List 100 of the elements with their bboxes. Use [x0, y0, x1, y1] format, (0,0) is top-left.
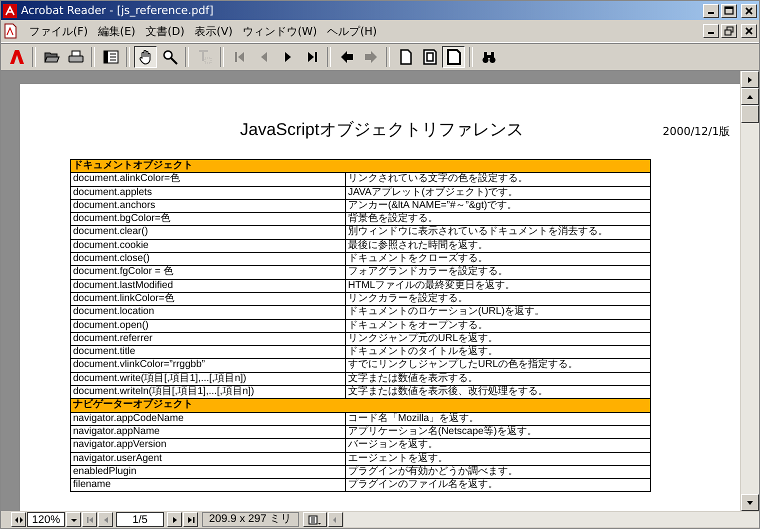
- maximize-button[interactable]: [721, 4, 737, 18]
- table-cell: すでにリンクしジャンプしたURLの色を指定する。: [346, 358, 650, 372]
- restore-icon: [724, 26, 734, 36]
- table-cell: document.write(項目[,項目1],...[,項目n]): [70, 372, 346, 386]
- maximize-icon: [724, 6, 734, 16]
- page-size-label: 209.9 x 297 ミリ: [202, 512, 299, 527]
- section-header: ナビゲーターオブジェクト: [70, 398, 650, 412]
- fit-width-button[interactable]: [442, 46, 465, 68]
- minimize-icon: [708, 32, 714, 34]
- table-cell: document.applets: [70, 186, 346, 200]
- page-layout-icon: [308, 514, 322, 524]
- table-cell: リンクジャンプ元のURLを返す。: [346, 332, 650, 346]
- table-cell: document.close(): [70, 252, 346, 266]
- table-cell: ドキュメントのタイトルを返す。: [346, 346, 650, 359]
- table-cell: document.clear(): [70, 226, 346, 240]
- menu-item[interactable]: ヘルプ(H): [327, 24, 377, 38]
- minimize-icon: [708, 12, 714, 14]
- table-cell: document.bgColor=色: [70, 212, 346, 226]
- page-icon: [398, 49, 414, 65]
- scroll-left-button[interactable]: [328, 512, 343, 527]
- printer-icon: [68, 49, 84, 65]
- last-page-button[interactable]: [183, 512, 198, 527]
- table-cell: ドキュメントをクローズする。: [346, 252, 650, 266]
- table-cell: navigator.appName: [70, 425, 346, 439]
- table-cell: リンクカラーを設定する。: [346, 292, 650, 306]
- scroll-up-button[interactable]: [741, 88, 759, 105]
- last-page-icon: [186, 514, 196, 524]
- table-cell: document.vlinkColor=”rrggbb”: [70, 358, 346, 372]
- table-cell: document.location: [70, 306, 346, 320]
- table-cell: document.alinkColor=色: [70, 172, 346, 186]
- table-cell: filename: [70, 478, 346, 492]
- text-select-icon: [196, 49, 212, 65]
- table-cell: アンカー(&ltA NAME=”#～”&gt)です。: [346, 199, 650, 213]
- table-cell: document.lastModified: [70, 279, 346, 292]
- menu-item[interactable]: ファイル(F): [29, 24, 88, 38]
- table-cell: エージェントを返す。: [346, 452, 650, 466]
- table-cell: HTMLファイルの最終変更日を返す。: [346, 279, 650, 292]
- close-icon: [744, 6, 754, 16]
- hand-icon: [138, 49, 154, 65]
- table-cell: ドキュメントをオープンする。: [346, 319, 650, 332]
- close-button[interactable]: [741, 24, 757, 38]
- table-cell: navigator.appCodeName: [70, 412, 346, 426]
- split-icon: [14, 514, 24, 524]
- table-cell: document.linkColor=色: [70, 292, 346, 306]
- table-cell: プラグインが有効かどうか調べます。: [346, 465, 650, 479]
- table-cell: ドキュメントのロケーション(URL)を返す。: [346, 306, 650, 320]
- forward-arrow-icon: [362, 49, 378, 65]
- vertical-scrollbar[interactable]: [740, 71, 759, 511]
- back-arrow-icon: [338, 49, 354, 65]
- up-triangle-icon: [746, 92, 754, 100]
- page-field[interactable]: 1/5: [116, 512, 164, 527]
- next-page-button[interactable]: [167, 512, 182, 527]
- first-page-button[interactable]: [82, 512, 97, 527]
- menu-item[interactable]: 編集(E): [98, 24, 136, 38]
- zoom-field[interactable]: 120%: [27, 512, 65, 527]
- scroll-thumb[interactable]: [741, 105, 759, 123]
- previous-page-button[interactable]: [98, 512, 113, 527]
- menu-item[interactable]: 文書(D): [145, 24, 185, 38]
- document-title: JavaScriptオブジェクトリファレンス: [240, 119, 524, 141]
- zoom-dropdown-button[interactable]: [66, 512, 81, 527]
- table-cell: アプリケーション名(Netscape等)を返す。: [346, 425, 650, 439]
- table-cell: document.referrer: [70, 332, 346, 346]
- document-icon: [3, 23, 19, 39]
- minimize-button[interactable]: [703, 24, 719, 38]
- table-cell: リンクされている文字の色を設定する。: [346, 172, 650, 186]
- table-cell: document.cookie: [70, 239, 346, 253]
- scroll-right-button[interactable]: [741, 71, 759, 88]
- table-cell: コード名「Mozilla」を返す。: [346, 412, 650, 426]
- section-header: ドキュメントオブジェクト: [70, 160, 650, 173]
- app-icon: [3, 4, 17, 18]
- table-cell: プラグインのファイル名を返す。: [346, 478, 650, 492]
- first-page-icon: [84, 514, 94, 524]
- binoculars-icon: [480, 49, 496, 65]
- close-icon: [744, 26, 754, 36]
- hand-button[interactable]: [134, 46, 157, 68]
- zoom-icon: [162, 49, 178, 65]
- table-cell: navigator.appVersion: [70, 438, 346, 452]
- table-cell: バージョンを返す。: [346, 438, 650, 452]
- down-triangle-icon: [746, 498, 754, 506]
- table-cell: document.title: [70, 346, 346, 359]
- table-cell: 別ウィンドウに表示されているドキュメントを消去する。: [346, 226, 650, 240]
- split-button[interactable]: [11, 512, 26, 527]
- fit-page-icon: [422, 49, 438, 65]
- restore-button[interactable]: [721, 24, 737, 38]
- table-cell: enabledPlugin: [70, 465, 346, 479]
- table-cell: 文字または数値を表示する。: [346, 372, 650, 386]
- document-date: 2000/12/1版: [662, 124, 730, 139]
- adobe-logo-icon: [8, 49, 24, 65]
- table-cell: document.open(): [70, 319, 346, 332]
- close-button[interactable]: [741, 4, 757, 18]
- menu-item[interactable]: 表示(V): [194, 24, 233, 38]
- scroll-down-button[interactable]: [741, 494, 759, 511]
- fit-width-icon: [446, 49, 462, 65]
- table-cell: navigator.userAgent: [70, 452, 346, 466]
- page-layout-button[interactable]: [302, 512, 327, 527]
- minimize-button[interactable]: [703, 4, 719, 18]
- menu-item[interactable]: ウィンドウ(W): [242, 24, 318, 38]
- table-cell: フォアグランドカラーを設定する。: [346, 266, 650, 280]
- horizontal-scrollbar[interactable]: [344, 512, 759, 527]
- table-cell: document.anchors: [70, 199, 346, 213]
